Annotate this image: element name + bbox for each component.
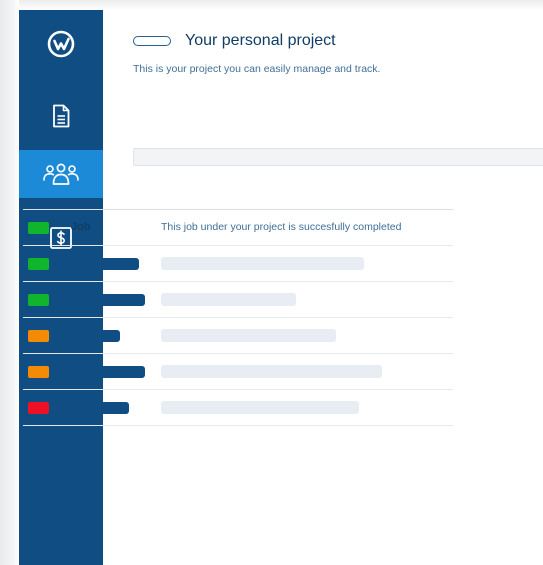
table-row[interactable] [23,354,453,390]
job-name-placeholder [64,330,120,342]
status-badge [28,330,49,342]
table-header-row[interactable]: Job This job under your project is succe… [23,210,453,246]
job-table: Job This job under your project is succe… [23,209,453,426]
job-name-placeholder [64,366,145,378]
status-badge [28,366,49,378]
job-name-placeholder [64,402,129,414]
table-row[interactable] [23,246,453,282]
search-input[interactable] [133,148,543,166]
project-pill-icon [133,36,171,46]
status-badge [28,402,49,414]
document-icon [53,104,70,128]
sidebar-logo[interactable] [19,22,103,66]
users-icon [43,163,79,185]
job-label: Job [71,221,91,233]
status-badge [28,258,49,270]
title-row: Your personal project [133,32,336,50]
logo-icon [47,30,75,58]
top-shadow [0,0,543,10]
job-description-placeholder [161,257,364,270]
job-description-placeholder [161,293,296,306]
sidebar-item-documents[interactable] [19,92,103,140]
table-row[interactable] [23,318,453,354]
job-name-placeholder [64,258,139,270]
left-shadow [0,0,19,565]
job-description-placeholder [161,401,359,414]
job-description-placeholder [161,329,336,342]
job-description: This job under your project is succesful… [161,221,402,233]
app-window: Your personal project This is your proje… [0,0,543,565]
page-subtitle: This is your project you can easily mana… [133,63,381,75]
job-name-placeholder [64,294,145,306]
table-row[interactable] [23,390,453,426]
status-badge [28,222,49,234]
status-badge [28,294,49,306]
page-title: Your personal project [185,32,336,49]
table-row[interactable] [23,282,453,318]
sidebar-item-users[interactable] [19,150,103,198]
job-description-placeholder [161,365,382,378]
